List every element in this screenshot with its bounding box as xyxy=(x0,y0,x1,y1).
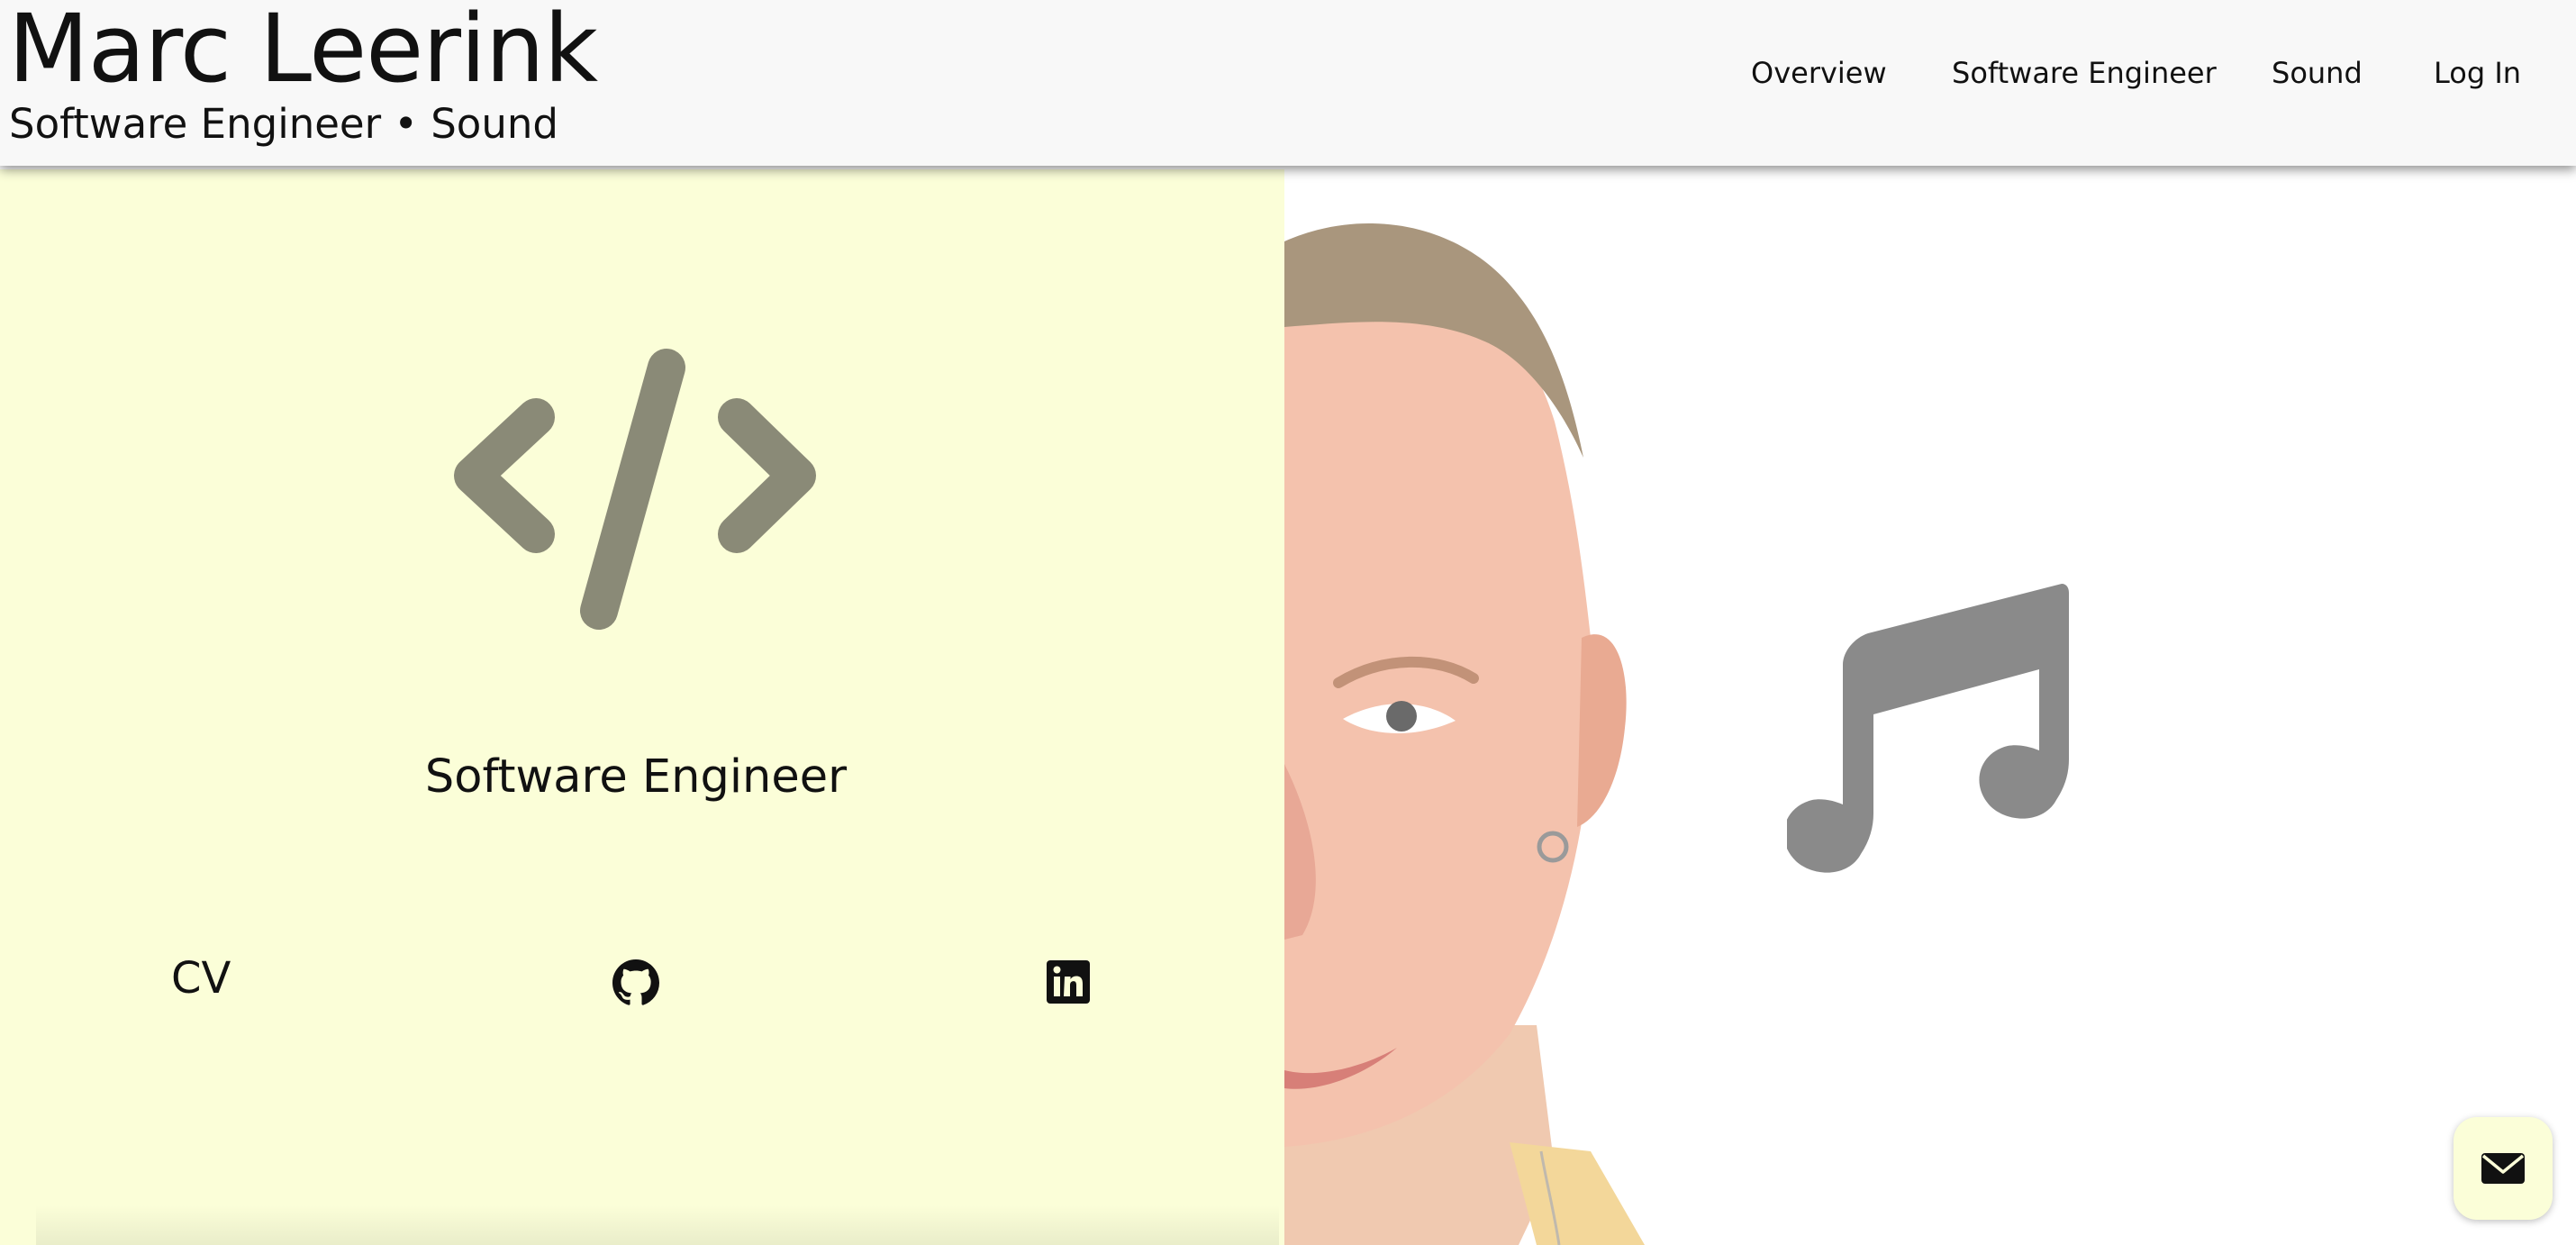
main-nav: Overview Software Engineer Sound Log In xyxy=(0,50,2576,95)
nav-item-software-engineer[interactable]: Software Engineer xyxy=(1952,50,2217,95)
code-icon xyxy=(454,349,816,630)
mail-icon xyxy=(2481,1153,2525,1184)
contact-mail-button[interactable] xyxy=(2454,1117,2553,1220)
nav-item-overview[interactable]: Overview xyxy=(1751,50,1887,95)
panel-title: Software Engineer xyxy=(424,750,848,804)
panel-bottom-shadow xyxy=(36,1205,1279,1245)
nav-item-log-in[interactable]: Log In xyxy=(2434,50,2521,95)
site-tagline: Software Engineer • Sound xyxy=(9,100,558,148)
sound-panel[interactable] xyxy=(1284,169,2576,1245)
cv-link[interactable]: CV xyxy=(171,951,231,1005)
software-engineer-panel[interactable]: Software Engineer CV xyxy=(0,169,1284,1245)
github-icon[interactable] xyxy=(612,959,659,1006)
site-header: Marc Leerink Software Engineer • Sound O… xyxy=(0,0,2576,166)
linkedin-icon[interactable] xyxy=(1047,960,1090,1004)
portrait-photo xyxy=(1284,223,1645,1245)
nav-item-sound[interactable]: Sound xyxy=(2272,50,2363,95)
music-note-icon xyxy=(1787,584,2069,873)
